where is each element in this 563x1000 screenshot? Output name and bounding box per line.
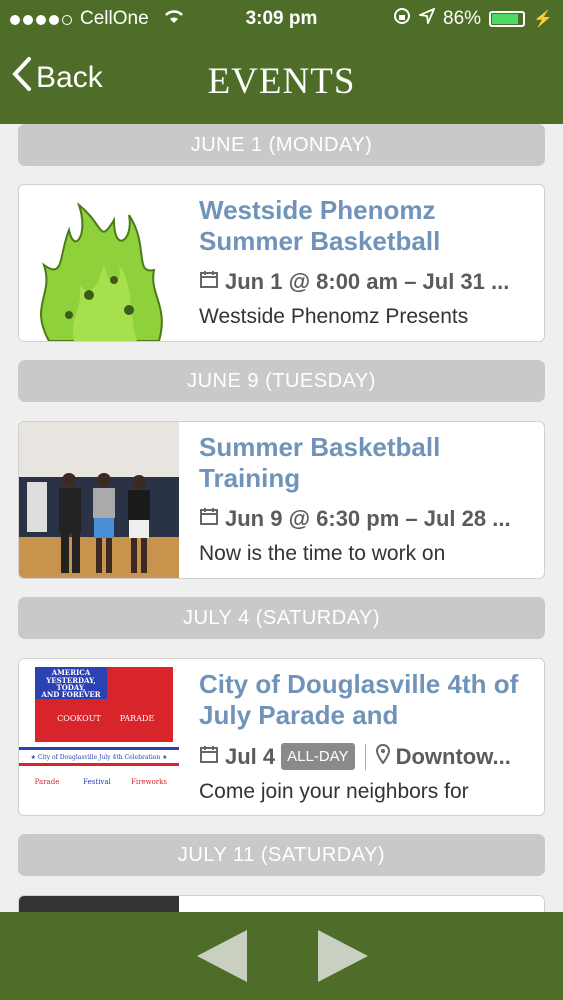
charging-icon: ⚡: [533, 11, 553, 28]
event-card[interactable]: [18, 895, 545, 912]
next-arrow-icon[interactable]: [318, 930, 368, 982]
rotation-lock-icon: [393, 7, 411, 31]
events-list[interactable]: JUNE 1 (MONDAY) Westside Phenomz Summer …: [0, 124, 563, 912]
event-thumbnail-poster: AMERICA YESTERDAY, TODAY, AND FOREVER CO…: [19, 659, 179, 815]
calendar-icon: [199, 506, 219, 532]
poster-text: Parade: [35, 778, 60, 786]
event-card[interactable]: Summer Basketball Training Jun 9 @ 6:30 …: [18, 421, 545, 579]
event-title-line[interactable]: Summer Basketball: [199, 226, 536, 257]
event-title-line[interactable]: Westside Phenomz: [199, 195, 536, 226]
status-bar: CellOne 3:09 pm 86% ⚡: [0, 0, 563, 38]
bottom-toolbar: [0, 912, 563, 1000]
battery-percent: 86%: [443, 8, 482, 29]
poster-text: AND FOREVER: [40, 690, 100, 699]
separator: [364, 743, 366, 770]
nav-bar: Back EVENTS: [0, 38, 563, 124]
event-description: Come join your neighbors for: [199, 780, 469, 803]
event-thumbnail: [19, 896, 179, 912]
event-datetime: Jul 4: [225, 743, 276, 769]
poster-text: ★ City of Douglasville July 4th Celebrat…: [30, 754, 167, 761]
poster-text: PARADE: [120, 714, 155, 723]
event-card[interactable]: Westside Phenomz Summer Basketball Jun 1…: [18, 184, 545, 342]
date-header: JUNE 1 (MONDAY): [18, 124, 545, 166]
battery-icon: [489, 11, 526, 27]
previous-arrow-icon[interactable]: [197, 930, 247, 982]
poster-text: COOKOUT: [57, 714, 101, 723]
event-description: Now is the time to work on: [199, 542, 446, 565]
event-datetime: Jun 9 @ 6:30 pm – Jul 28 ...: [225, 506, 511, 531]
map-pin-icon: [375, 743, 390, 770]
event-title-line[interactable]: July Parade and: [199, 700, 536, 731]
all-day-badge: ALL-DAY: [281, 743, 355, 770]
poster-text: Fireworks: [131, 778, 167, 786]
event-title-line[interactable]: Training: [199, 463, 536, 494]
date-header: JULY 11 (SATURDAY): [18, 834, 545, 876]
date-header: JUNE 9 (TUESDAY): [18, 360, 545, 402]
page-title: EVENTS: [207, 61, 356, 102]
calendar-icon: [199, 269, 219, 295]
calendar-icon: [199, 744, 219, 770]
event-card[interactable]: AMERICA YESTERDAY, TODAY, AND FOREVER CO…: [18, 658, 545, 816]
event-thumbnail-flame: [19, 185, 179, 341]
event-title-line[interactable]: Summer Basketball: [199, 432, 536, 463]
location-icon: [416, 7, 436, 30]
event-description: Westside Phenomz Presents: [199, 305, 469, 328]
poster-text: Festival: [83, 778, 111, 786]
event-datetime: Jun 1 @ 8:00 am – Jul 31 ...: [225, 269, 510, 294]
event-location: Downtow...: [395, 743, 511, 769]
date-header: JULY 4 (SATURDAY): [18, 597, 545, 639]
event-thumbnail-players: [19, 422, 179, 578]
event-title-line[interactable]: City of Douglasville 4th of: [199, 669, 536, 700]
